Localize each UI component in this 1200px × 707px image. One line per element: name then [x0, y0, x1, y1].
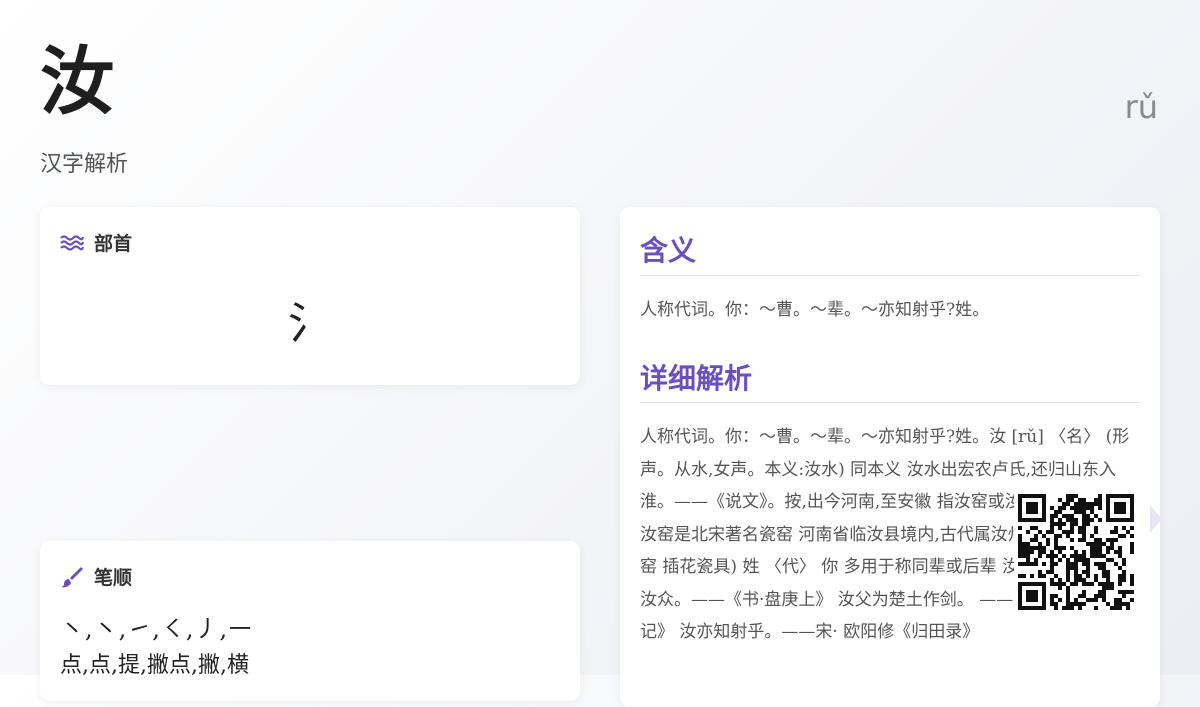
pinyin-label: rǔ — [1124, 88, 1158, 126]
qr-code — [1014, 490, 1138, 614]
water-waves-icon — [60, 231, 85, 255]
detail-divider — [640, 402, 1140, 403]
meaning-title: 含义 — [640, 234, 697, 267]
stroke-order-header: 笔顺 — [60, 563, 132, 590]
radical-header: 部首 — [60, 229, 132, 256]
meaning-card: 含义 人称代词。你：～曹。～辈。～亦知射乎?姓。 详细解析 人称代词。你：～曹。… — [620, 207, 1160, 707]
brush-icon — [60, 565, 84, 589]
qr-code-image — [1018, 494, 1134, 610]
meaning-divider — [640, 275, 1140, 276]
page-subtitle: 汉字解析 — [40, 152, 129, 177]
side-tab-arrow[interactable] — [1150, 505, 1162, 533]
detail-title: 详细解析 — [640, 362, 753, 395]
radical-glyph: 氵 — [288, 298, 332, 349]
radical-card: 部首 氵 — [40, 207, 580, 385]
stroke-sequence: ㇔,㇔,㇀,㇛,㇓,㇐ — [60, 615, 254, 643]
stroke-names: 点,点,提,撇点,撇,横 — [60, 653, 249, 678]
stroke-order-card: 笔顺 ㇔,㇔,㇀,㇛,㇓,㇐ 点,点,提,撇点,撇,横 — [40, 541, 580, 701]
radical-label: 部首 — [94, 233, 133, 255]
character-heading: 汝 — [40, 39, 114, 125]
meaning-text: 人称代词。你：～曹。～辈。～亦知射乎?姓。 — [640, 300, 990, 320]
stroke-order-label: 笔顺 — [94, 567, 133, 589]
